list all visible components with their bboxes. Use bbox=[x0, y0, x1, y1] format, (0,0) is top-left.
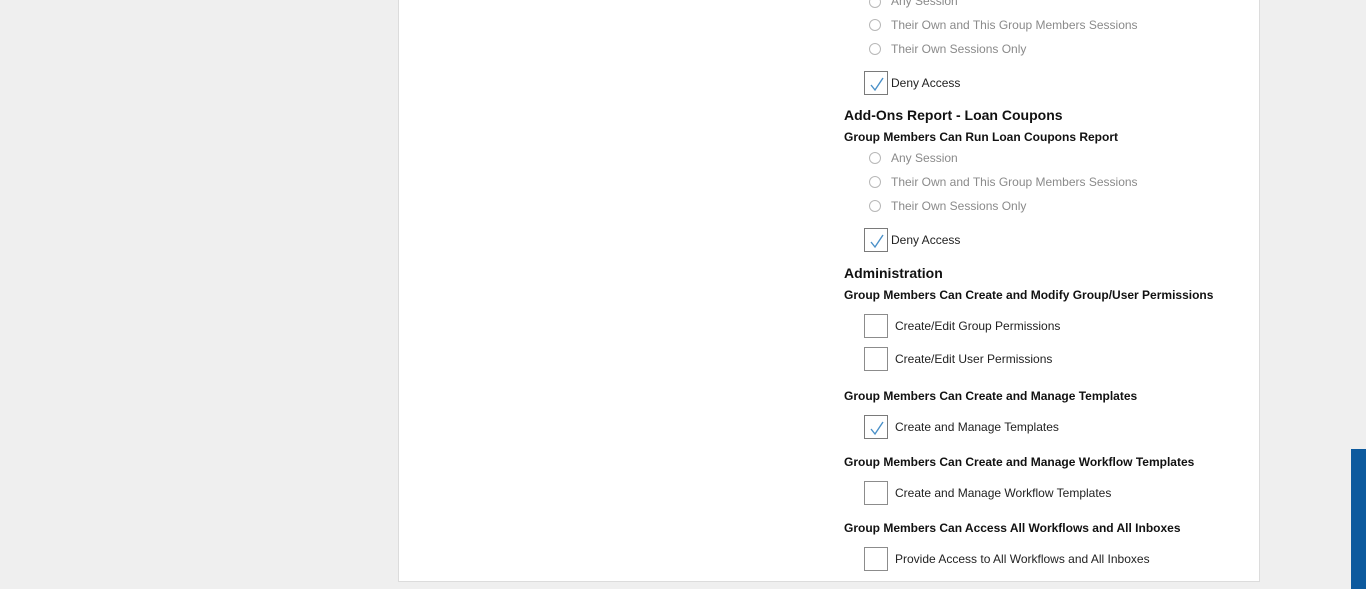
radio-label-own-group-sessions-1: Their Own and This Group Members Session… bbox=[891, 18, 1138, 32]
deny-access-checkbox-1[interactable] bbox=[864, 71, 888, 95]
radio-own-group-sessions-1[interactable] bbox=[869, 19, 881, 31]
access-all-workflows-inboxes-label: Provide Access to All Workflows and All … bbox=[895, 552, 1150, 566]
radio-label-any-session-2: Any Session bbox=[891, 151, 958, 165]
group-label-permissions: Group Members Can Create and Modify Grou… bbox=[844, 288, 1214, 302]
deny-access-checkbox-2[interactable] bbox=[864, 228, 888, 252]
deny-access-label-1: Deny Access bbox=[891, 76, 961, 90]
group-label-workflows-inboxes: Group Members Can Access All Workflows a… bbox=[844, 521, 1181, 535]
radio-own-group-sessions-2[interactable] bbox=[869, 176, 881, 188]
access-all-workflows-inboxes-checkbox[interactable] bbox=[864, 547, 888, 571]
radio-label-own-group-sessions-2: Their Own and This Group Members Session… bbox=[891, 175, 1138, 189]
create-manage-templates-label: Create and Manage Templates bbox=[895, 420, 1059, 434]
radio-label-own-sessions-only-2: Their Own Sessions Only bbox=[891, 199, 1027, 213]
create-edit-group-permissions-label: Create/Edit Group Permissions bbox=[895, 319, 1061, 333]
section-title-administration: Administration bbox=[844, 265, 943, 281]
section-title-loan-coupons: Add-Ons Report - Loan Coupons bbox=[844, 107, 1063, 123]
checkmark-icon bbox=[870, 77, 884, 92]
radio-label-own-sessions-only-1: Their Own Sessions Only bbox=[891, 42, 1027, 56]
side-accent-bar[interactable] bbox=[1351, 449, 1366, 589]
create-edit-user-permissions-label: Create/Edit User Permissions bbox=[895, 352, 1053, 366]
create-manage-workflow-templates-label: Create and Manage Workflow Templates bbox=[895, 486, 1112, 500]
deny-access-label-2: Deny Access bbox=[891, 233, 961, 247]
group-label-loan-coupons: Group Members Can Run Loan Coupons Repor… bbox=[844, 130, 1119, 144]
radio-any-session-2[interactable] bbox=[869, 152, 881, 164]
radio-own-sessions-only-1[interactable] bbox=[869, 43, 881, 55]
create-manage-templates-checkbox[interactable] bbox=[864, 415, 888, 439]
group-label-workflow-templates: Group Members Can Create and Manage Work… bbox=[844, 455, 1195, 469]
create-manage-workflow-templates-checkbox[interactable] bbox=[864, 481, 888, 505]
checkmark-icon bbox=[870, 421, 884, 436]
create-edit-user-permissions-checkbox[interactable] bbox=[864, 347, 888, 371]
checkmark-icon bbox=[870, 234, 884, 249]
radio-label-any-session-1: Any Session bbox=[891, 0, 958, 8]
create-edit-group-permissions-checkbox[interactable] bbox=[864, 314, 888, 338]
radio-own-sessions-only-2[interactable] bbox=[869, 200, 881, 212]
group-label-templates: Group Members Can Create and Manage Temp… bbox=[844, 389, 1138, 403]
